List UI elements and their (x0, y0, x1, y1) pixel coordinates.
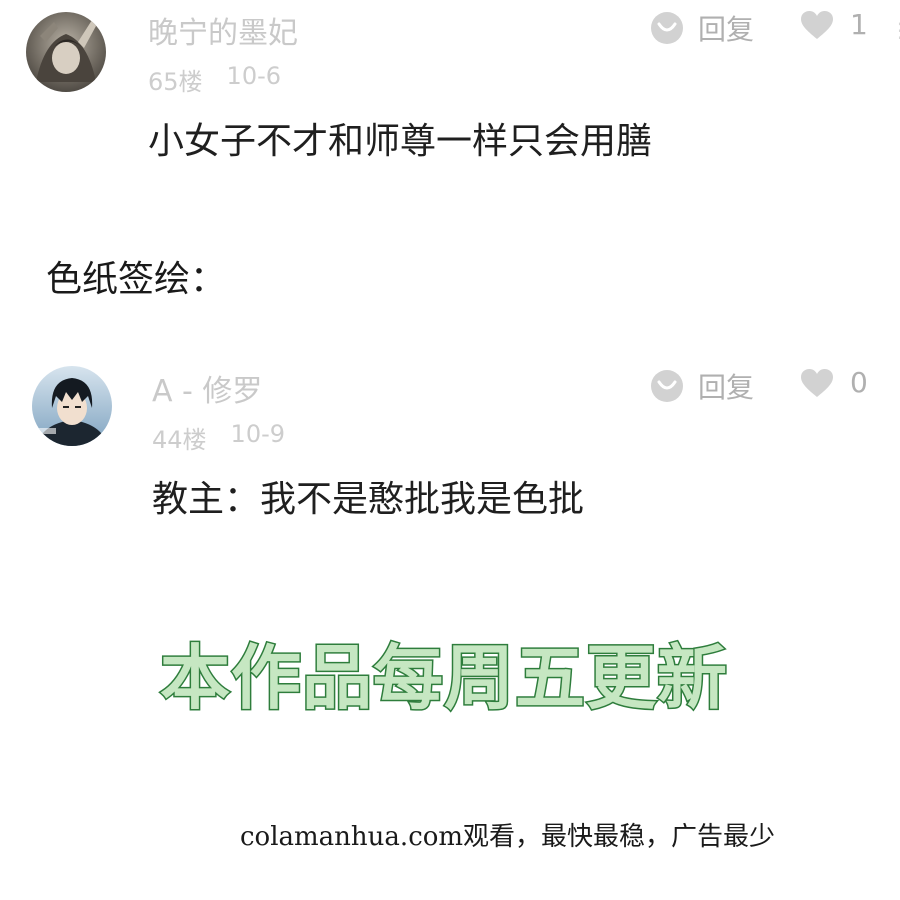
comment-meta: 65楼 10-6 (148, 62, 281, 97)
like-count: 1 (850, 8, 868, 41)
floor-number: 44楼 (152, 426, 207, 454)
comment-item: 晚宁的墨妃 65楼 10-6 回复 1 ⋮ (0, 0, 900, 120)
reply-label: 回复 (698, 13, 755, 46)
username[interactable]: 晚宁的墨妃 (148, 8, 298, 52)
avatar[interactable] (26, 12, 106, 92)
floor-number: 65楼 (148, 68, 203, 96)
more-options-icon[interactable]: ⋮ (890, 18, 900, 44)
avatar-image (32, 366, 112, 446)
comment-item: A - 修罗 44楼 10-9 回复 0 (0, 358, 900, 478)
comment-meta: 44楼 10-9 (152, 420, 285, 455)
speech-bubble-icon (651, 12, 683, 44)
username[interactable]: A - 修罗 (152, 366, 262, 410)
like-button[interactable]: 0 (800, 366, 868, 399)
comment-date: 10-9 (230, 420, 286, 448)
avatar[interactable] (32, 366, 112, 446)
section-label: 色纸签绘： (46, 259, 227, 300)
update-schedule-banner: 本作品每周五更新 (159, 636, 729, 721)
like-count: 0 (850, 366, 868, 399)
avatar-image (26, 12, 106, 92)
reply-label: 回复 (698, 371, 755, 404)
speech-bubble-icon (651, 370, 683, 402)
comment-text: 教主：我不是憨批我是色批 (152, 479, 585, 520)
heart-icon (801, 10, 833, 39)
reply-button[interactable]: 回复 (650, 8, 754, 48)
heart-icon (801, 368, 833, 397)
comment-text: 小女子不才和师尊一样只会用膳 (148, 121, 653, 162)
reply-button[interactable]: 回复 (650, 366, 754, 406)
comment-date: 10-6 (226, 62, 282, 90)
site-footer-text: colamanhua.com观看，最快最稳，广告最少 (240, 822, 776, 852)
like-button[interactable]: 1 (800, 8, 868, 41)
